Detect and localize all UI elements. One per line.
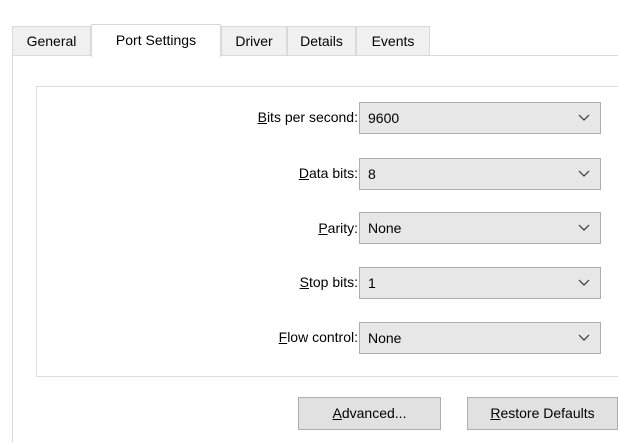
data-bits-value: 8 bbox=[368, 166, 376, 182]
tab-details[interactable]: Details bbox=[287, 26, 356, 55]
tab-port-settings[interactable]: Port Settings bbox=[91, 24, 221, 57]
chevron-down-icon bbox=[578, 279, 590, 286]
tab-general[interactable]: General bbox=[12, 26, 91, 55]
parity-value: None bbox=[368, 220, 402, 236]
stop-bits-label: Stop bits: bbox=[299, 274, 358, 290]
port-settings-group: Bits per second: 9600 Data bits: 8 Parit… bbox=[36, 86, 618, 377]
restore-defaults-button[interactable]: Restore Defaults bbox=[467, 397, 618, 430]
chevron-down-icon bbox=[578, 224, 590, 231]
flow-control-label: Flow control: bbox=[278, 329, 358, 345]
data-bits-label: Data bits: bbox=[298, 165, 358, 181]
flow-control-value: None bbox=[368, 330, 402, 346]
parity-label: Parity: bbox=[318, 220, 358, 236]
advanced-button[interactable]: Advanced... bbox=[298, 397, 441, 430]
bits-per-second-select[interactable]: 9600 bbox=[359, 102, 601, 134]
tab-driver[interactable]: Driver bbox=[221, 26, 287, 55]
bits-per-second-label: Bits per second: bbox=[257, 109, 358, 125]
chevron-down-icon bbox=[578, 170, 590, 177]
chevron-down-icon bbox=[578, 114, 590, 121]
parity-select[interactable]: None bbox=[359, 212, 601, 244]
data-bits-select[interactable]: 8 bbox=[359, 158, 601, 190]
bits-per-second-value: 9600 bbox=[368, 110, 400, 126]
chevron-down-icon bbox=[578, 334, 590, 341]
tab-events[interactable]: Events bbox=[356, 26, 430, 55]
stop-bits-value: 1 bbox=[368, 275, 376, 291]
flow-control-select[interactable]: None bbox=[359, 322, 601, 354]
tab-strip: General Port Settings Driver Details Eve… bbox=[12, 24, 618, 57]
properties-dialog: General Port Settings Driver Details Eve… bbox=[0, 0, 618, 442]
stop-bits-select[interactable]: 1 bbox=[359, 267, 601, 299]
